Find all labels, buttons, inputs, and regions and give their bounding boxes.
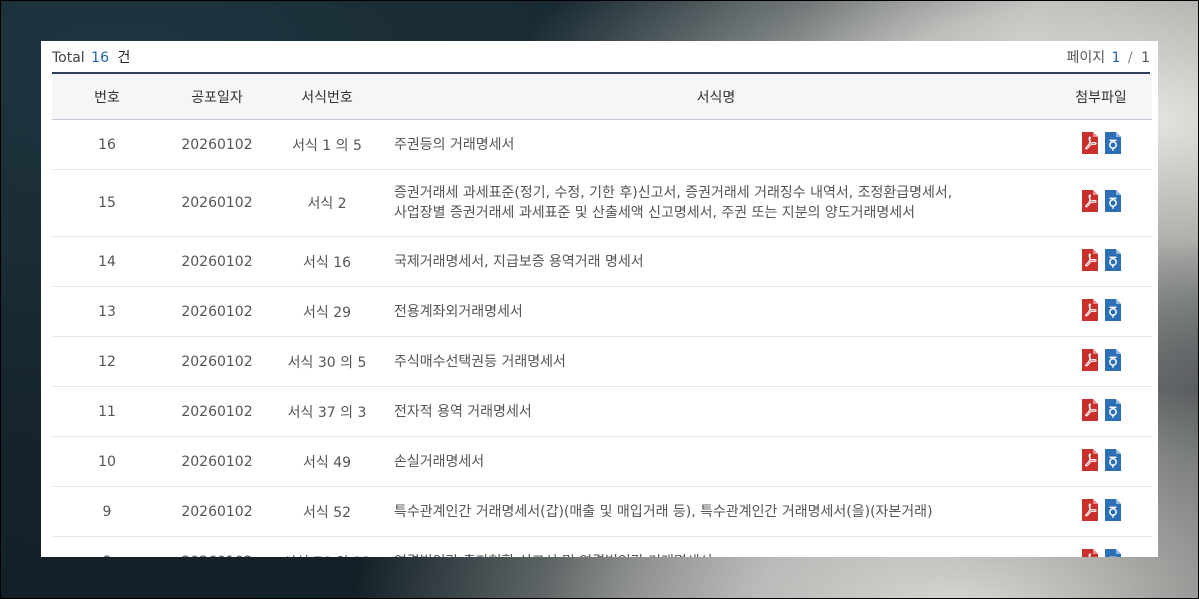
row-date: 20260102 xyxy=(162,286,272,337)
current-page: 1 xyxy=(1111,49,1121,66)
row-form-number: 서식 37 의 3 xyxy=(272,386,382,437)
pdf-file-icon[interactable] xyxy=(1081,498,1099,521)
header-attachments: 첨부파일 xyxy=(1050,74,1152,120)
header-date: 공포일자 xyxy=(162,74,272,120)
row-date: 20260102 xyxy=(162,336,272,387)
row-form-name[interactable]: 주권등의 거래명세서 xyxy=(382,119,1050,170)
total-pages: 1 xyxy=(1141,49,1150,66)
hwp-file-icon[interactable] xyxy=(1104,190,1122,212)
header-form-number: 서식번호 xyxy=(272,74,382,120)
row-attachments xyxy=(1050,169,1152,237)
row-number: 10 xyxy=(52,436,162,487)
row-form-number: 서식 49 xyxy=(272,436,382,487)
pdf-file-icon[interactable] xyxy=(1081,190,1099,212)
hwp-file-icon[interactable] xyxy=(1104,448,1122,471)
total-unit: 건 xyxy=(117,49,131,66)
hwp-file-icon[interactable] xyxy=(1104,298,1122,321)
attachment-icons xyxy=(1081,131,1122,154)
table-row[interactable]: 13 20260102 서식 29 전용계좌외거래명세서 xyxy=(52,286,1152,337)
total-label: Total xyxy=(52,49,85,66)
hwp-file-icon[interactable] xyxy=(1104,348,1122,371)
total-number: 16 xyxy=(91,49,109,66)
row-form-number: 서식 29 xyxy=(272,286,382,337)
hwp-file-icon[interactable] xyxy=(1104,398,1122,421)
pdf-file-icon[interactable] xyxy=(1081,298,1099,321)
hwp-file-icon[interactable] xyxy=(1104,248,1122,271)
row-attachments xyxy=(1050,119,1152,170)
row-date: 20260102 xyxy=(162,236,272,287)
attachment-icons xyxy=(1081,448,1122,471)
table-row[interactable]: 14 20260102 서식 16 국제거래명세서, 지급보증 용역거래 명세서 xyxy=(52,236,1152,287)
row-number: 8 xyxy=(52,536,162,557)
forms-table: 번호 공포일자 서식번호 서식명 첨부파일 16 20260102 서식 1 의 5… xyxy=(52,74,1152,557)
row-form-name[interactable]: 전자적 용역 거래명세서 xyxy=(382,386,1050,437)
row-attachments xyxy=(1050,236,1152,287)
row-number: 14 xyxy=(52,236,162,287)
row-date: 20260102 xyxy=(162,536,272,557)
row-number: 12 xyxy=(52,336,162,387)
pdf-file-icon[interactable] xyxy=(1081,248,1099,271)
hwp-file-icon[interactable] xyxy=(1104,131,1122,154)
row-form-name[interactable]: 연결법인간 출자현황 신고서 및 연결법인간 거래명세서 xyxy=(382,536,1050,557)
table-row[interactable]: 10 20260102 서식 49 손실거래명세서 xyxy=(52,436,1152,487)
row-form-name[interactable]: 증권거래세 과세표준(정기, 수정, 기한 후)신고서, 증권거래세 거래징수 … xyxy=(382,169,1050,237)
attachment-icons xyxy=(1081,548,1122,557)
attachment-icons xyxy=(1081,498,1122,521)
row-date: 20260102 xyxy=(162,486,272,537)
table-row[interactable]: 9 20260102 서식 52 특수관계인간 거래명세서(갑)(매출 및 매입거래 … xyxy=(52,486,1152,537)
page-separator: / xyxy=(1127,49,1133,66)
attachment-icons xyxy=(1081,248,1122,271)
table-row[interactable]: 16 20260102 서식 1 의 5 주권등의 거래명세서 xyxy=(52,119,1152,170)
row-form-name[interactable]: 특수관계인간 거래명세서(갑)(매출 및 매입거래 등), 특수관계인간 거래명… xyxy=(382,486,1050,537)
row-form-name[interactable]: 전용계좌외거래명세서 xyxy=(382,286,1050,337)
attachment-icons xyxy=(1081,398,1122,421)
total-count: Total 16 건 xyxy=(52,47,130,67)
page-label: 페이지 xyxy=(1066,49,1106,66)
attachment-icons xyxy=(1081,298,1122,321)
row-attachments xyxy=(1050,336,1152,387)
row-attachments xyxy=(1050,486,1152,537)
row-form-number: 서식 1 의 5 xyxy=(272,119,382,170)
row-number: 16 xyxy=(52,119,162,170)
table-header-row: 번호 공포일자 서식번호 서식명 첨부파일 xyxy=(52,74,1152,120)
row-form-number: 서식 52 xyxy=(272,486,382,537)
header-number: 번호 xyxy=(52,74,162,120)
row-form-number: 서식 2 xyxy=(272,169,382,237)
pdf-file-icon[interactable] xyxy=(1081,548,1099,557)
row-number: 13 xyxy=(52,286,162,337)
table-row[interactable]: 820260102서식 76 의 13연결법인간 출자현황 신고서 및 연결법인… xyxy=(52,536,1152,557)
row-number: 11 xyxy=(52,386,162,437)
row-attachments xyxy=(1050,436,1152,487)
row-form-number: 서식 16 xyxy=(272,236,382,287)
hwp-file-icon[interactable] xyxy=(1104,548,1122,557)
pdf-file-icon[interactable] xyxy=(1081,398,1099,421)
row-date: 20260102 xyxy=(162,436,272,487)
header-form-name: 서식명 xyxy=(382,74,1050,120)
hwp-file-icon[interactable] xyxy=(1104,498,1122,521)
row-number: 15 xyxy=(52,169,162,237)
row-attachments xyxy=(1050,536,1152,557)
row-date: 20260102 xyxy=(162,169,272,237)
list-summary-bar: Total 16 건 페이지 1 / 1 xyxy=(52,41,1150,74)
row-form-number: 서식 30 의 5 xyxy=(272,336,382,387)
row-form-name[interactable]: 국제거래명세서, 지급보증 용역거래 명세서 xyxy=(382,236,1050,287)
form-list-panel: Total 16 건 페이지 1 / 1 번호 공포일자 서식번호 서식명 첨부… xyxy=(41,41,1158,557)
row-number: 9 xyxy=(52,486,162,537)
table-row[interactable]: 11 20260102 서식 37 의 3 전자적 용역 거래명세서 xyxy=(52,386,1152,437)
page-indicator: 페이지 1 / 1 xyxy=(1066,47,1150,67)
table-row[interactable]: 12 20260102 서식 30 의 5 주식매수선택권등 거래명세서 xyxy=(52,336,1152,387)
pdf-file-icon[interactable] xyxy=(1081,348,1099,371)
pdf-file-icon[interactable] xyxy=(1081,448,1099,471)
row-form-number: 서식 76 의 13 xyxy=(272,536,382,557)
row-form-name[interactable]: 주식매수선택권등 거래명세서 xyxy=(382,336,1050,387)
row-date: 20260102 xyxy=(162,386,272,437)
pdf-file-icon[interactable] xyxy=(1081,131,1099,154)
attachment-icons xyxy=(1081,190,1122,212)
attachment-icons xyxy=(1081,348,1122,371)
row-date: 20260102 xyxy=(162,119,272,170)
row-form-name[interactable]: 손실거래명세서 xyxy=(382,436,1050,487)
row-attachments xyxy=(1050,386,1152,437)
row-attachments xyxy=(1050,286,1152,337)
table-row[interactable]: 15 20260102 서식 2 증권거래세 과세표준(정기, 수정, 기한 후)신고… xyxy=(52,169,1152,237)
